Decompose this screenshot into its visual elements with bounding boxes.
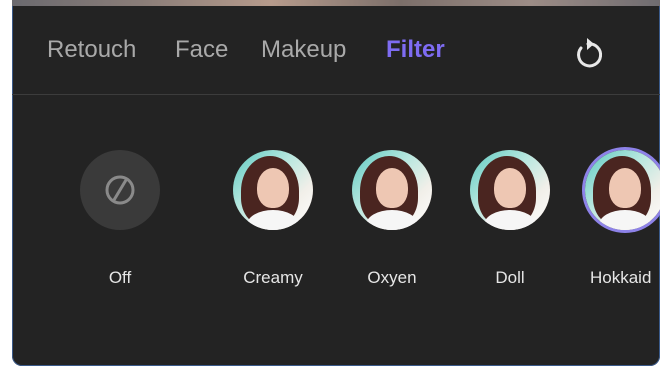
filter-label: Creamy: [243, 268, 303, 287]
filter-panel: Retouch Face Makeup Filter Off Creamy Ox…: [12, 0, 660, 366]
filter-item-doll[interactable]: Doll: [465, 150, 555, 287]
filter-label: Doll: [495, 268, 525, 287]
filter-thumb-creamy: [233, 150, 313, 230]
reset-button[interactable]: [568, 32, 608, 72]
filter-label: Off: [108, 268, 132, 287]
none-icon: [105, 175, 135, 205]
filter-thumb-off: [80, 150, 160, 230]
filter-thumb-oxyen: [352, 150, 432, 230]
tab-retouch[interactable]: Retouch: [47, 36, 136, 64]
filter-label: Hokkaid: [590, 268, 652, 287]
filter-list: Off Creamy Oxyen Doll Hokkaid: [12, 95, 660, 366]
filter-thumb-doll: [470, 150, 550, 230]
reset-icon: [577, 38, 603, 68]
tab-face[interactable]: Face: [175, 36, 228, 64]
filter-label: Oxyen: [367, 268, 417, 287]
filter-item-hokkaido[interactable]: Hokkaid: [580, 150, 660, 287]
category-tabs: Retouch Face Makeup Filter: [12, 6, 660, 95]
tab-filter[interactable]: Filter: [386, 36, 445, 64]
filter-item-oxyen[interactable]: Oxyen: [347, 150, 437, 287]
tab-makeup[interactable]: Makeup: [261, 36, 346, 64]
filter-item-creamy[interactable]: Creamy: [228, 150, 318, 287]
filter-thumb-hokkaido: [585, 150, 660, 230]
filter-item-off[interactable]: Off: [75, 150, 165, 287]
